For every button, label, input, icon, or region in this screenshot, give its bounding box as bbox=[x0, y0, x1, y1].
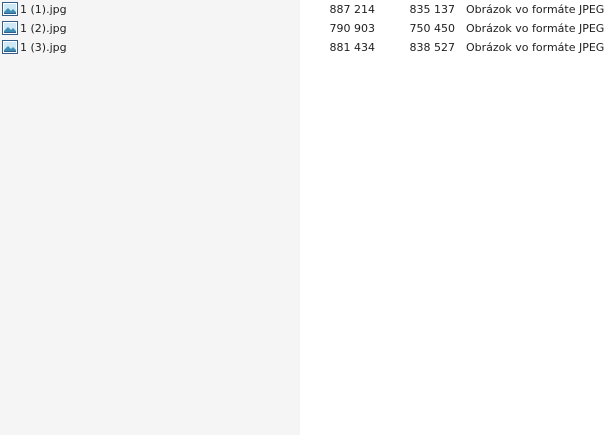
image-file-icon bbox=[2, 21, 18, 35]
file-type: Obrázok vo formáte JPEG bbox=[466, 3, 605, 16]
file-size: 790 903 bbox=[329, 22, 376, 35]
file-name: 1 (2).jpg bbox=[20, 22, 67, 35]
name-column-highlight bbox=[0, 0, 300, 435]
image-file-icon bbox=[2, 40, 18, 54]
file-size: 887 214 bbox=[329, 3, 376, 16]
file-list-view: 1 (1).jpg 887 214 835 137 Obrázok vo for… bbox=[0, 0, 610, 435]
image-file-icon bbox=[2, 2, 18, 16]
file-row[interactable]: 1 (3).jpg 881 434 838 527 Obrázok vo for… bbox=[0, 38, 610, 57]
file-type: Obrázok vo formáte JPEG bbox=[466, 41, 605, 54]
file-row[interactable]: 1 (2).jpg 790 903 750 450 Obrázok vo for… bbox=[0, 19, 610, 38]
file-row[interactable]: 1 (1).jpg 887 214 835 137 Obrázok vo for… bbox=[0, 0, 610, 19]
file-size: 881 434 bbox=[329, 41, 376, 54]
file-type: Obrázok vo formáte JPEG bbox=[466, 22, 605, 35]
file-packed-size: 835 137 bbox=[409, 3, 456, 16]
file-packed-size: 750 450 bbox=[409, 22, 456, 35]
file-name: 1 (3).jpg bbox=[20, 41, 67, 54]
file-packed-size: 838 527 bbox=[409, 41, 456, 54]
file-list: 1 (1).jpg 887 214 835 137 Obrázok vo for… bbox=[0, 0, 610, 57]
file-name: 1 (1).jpg bbox=[20, 3, 67, 16]
